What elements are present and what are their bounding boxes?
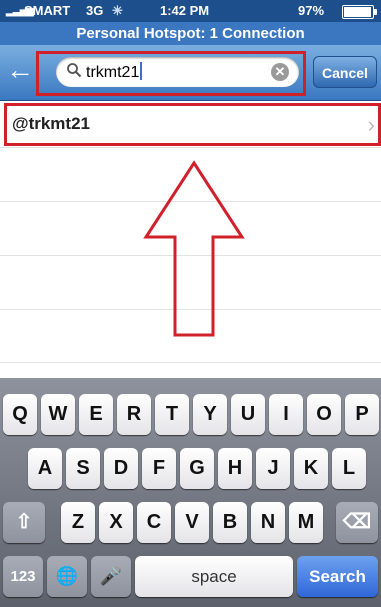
keyboard: Q W E R T Y U I O P A S D F G H J K L ⇧ … [0, 378, 381, 607]
key-r[interactable]: R [117, 394, 151, 435]
back-arrow-icon[interactable]: ← [6, 55, 34, 85]
activity-icon: ✳ [112, 3, 123, 18]
key-p[interactable]: P [345, 394, 379, 435]
key-q[interactable]: Q [3, 394, 37, 435]
cancel-button[interactable]: Cancel [313, 56, 377, 88]
key-c[interactable]: C [137, 502, 171, 543]
numbers-key[interactable]: 123 [3, 556, 43, 597]
key-g[interactable]: G [180, 448, 214, 489]
divider [0, 362, 381, 363]
key-m[interactable]: M [289, 502, 323, 543]
key-i[interactable]: I [269, 394, 303, 435]
annotation-box-result [4, 103, 381, 146]
key-k[interactable]: K [294, 448, 328, 489]
key-n[interactable]: N [251, 502, 285, 543]
key-s[interactable]: S [66, 448, 100, 489]
search-key[interactable]: Search [297, 556, 378, 597]
key-x[interactable]: X [99, 502, 133, 543]
carrier-name: SMART [24, 3, 71, 18]
battery-icon [342, 5, 377, 19]
key-a[interactable]: A [28, 448, 62, 489]
annotation-arrow-icon [143, 160, 245, 337]
key-y[interactable]: Y [193, 394, 227, 435]
key-o[interactable]: O [307, 394, 341, 435]
key-v[interactable]: V [175, 502, 209, 543]
hotspot-banner[interactable]: Personal Hotspot: 1 Connection [0, 22, 381, 45]
space-key[interactable]: space [135, 556, 293, 597]
key-w[interactable]: W [41, 394, 75, 435]
key-e[interactable]: E [79, 394, 113, 435]
key-d[interactable]: D [104, 448, 138, 489]
key-f[interactable]: F [142, 448, 176, 489]
network-type: 3G [86, 3, 104, 18]
key-t[interactable]: T [155, 394, 189, 435]
key-z[interactable]: Z [61, 502, 95, 543]
globe-icon[interactable]: 🌐 [47, 556, 87, 597]
key-b[interactable]: B [213, 502, 247, 543]
microphone-icon[interactable]: 🎤 [91, 556, 131, 597]
key-l[interactable]: L [332, 448, 366, 489]
battery-percent: 97% [298, 3, 325, 18]
annotation-box-search [36, 51, 306, 96]
shift-icon[interactable]: ⇧ [3, 502, 45, 543]
clock: 1:42 PM [160, 3, 210, 18]
key-j[interactable]: J [256, 448, 290, 489]
status-bar: ▂▃▅▆ SMART 3G ✳ 1:42 PM 97% [0, 0, 381, 22]
key-h[interactable]: H [218, 448, 252, 489]
delete-icon[interactable]: ⌫ [336, 502, 378, 543]
key-u[interactable]: U [231, 394, 265, 435]
